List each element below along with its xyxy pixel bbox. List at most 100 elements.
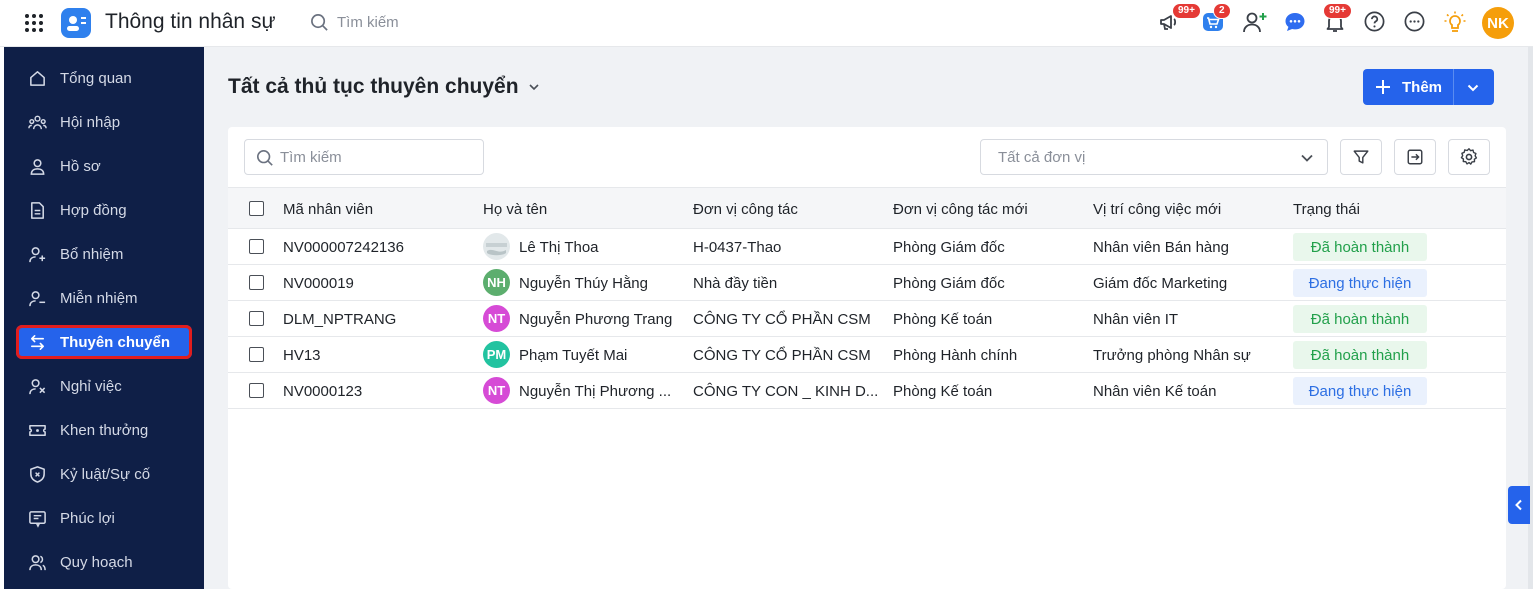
sidebar-item-quy-hoach[interactable]: Quy hoạch bbox=[16, 545, 192, 579]
sidebar-item-bo-nhiem[interactable]: Bổ nhiệm bbox=[16, 237, 192, 271]
sidebar-item-label: Phúc lợi bbox=[60, 509, 115, 527]
filter-icon bbox=[1353, 150, 1369, 164]
add-button[interactable]: Thêm bbox=[1363, 69, 1494, 105]
employee-name: Phạm Tuyết Mai bbox=[519, 347, 628, 364]
unit: Nhà đầy tiền bbox=[693, 275, 778, 292]
table-row[interactable]: NV0000123 NT Nguyễn Thị Phương ... CÔNG … bbox=[228, 373, 1506, 409]
employee-code: NV000007242136 bbox=[283, 239, 404, 256]
global-search[interactable]: Tìm kiếm bbox=[310, 13, 399, 32]
new-position: Nhân viên IT bbox=[1093, 311, 1179, 328]
sidebar-item-tong-quan[interactable]: Tổng quan bbox=[16, 61, 192, 95]
collapse-panel-button[interactable] bbox=[1508, 486, 1530, 524]
top-bar: Thông tin nhân sự Tìm kiếm 99+ 2 99+ NK bbox=[0, 0, 1533, 47]
sidebar-item-label: Thuyên chuyển bbox=[60, 333, 171, 351]
idea-icon bbox=[1444, 11, 1466, 32]
settings-button[interactable] bbox=[1448, 139, 1490, 175]
new-unit: Phòng Giám đốc bbox=[893, 275, 1005, 292]
more-button[interactable] bbox=[1403, 10, 1426, 33]
new-position: Nhân viên Kế toán bbox=[1093, 383, 1217, 400]
unit: H-0437-Thao bbox=[693, 239, 782, 256]
sidebar-item-nghi-viec[interactable]: Nghỉ việc bbox=[16, 369, 192, 403]
table-row[interactable]: DLM_NPTRANG NT Nguyễn Phương Trang CÔNG … bbox=[228, 301, 1506, 337]
user-icon bbox=[30, 159, 45, 175]
status-badge: Đang thực hiện bbox=[1293, 269, 1427, 297]
sidebar-item-ho-so[interactable]: Hồ sơ bbox=[16, 149, 192, 183]
row-checkbox[interactable] bbox=[249, 239, 264, 254]
employee-name: Nguyễn Thị Phương ... bbox=[519, 383, 672, 400]
header-new-unit[interactable]: Đơn vị công tác mới bbox=[893, 201, 1028, 218]
new-position: Nhân viên Bán hàng bbox=[1093, 239, 1229, 256]
new-position: Giám đốc Marketing bbox=[1093, 275, 1228, 292]
help-button[interactable] bbox=[1363, 10, 1386, 33]
cart-button[interactable]: 2 bbox=[1201, 3, 1231, 34]
header-unit[interactable]: Đơn vị công tác bbox=[693, 201, 798, 218]
unit: CÔNG TY CON _ KINH D... bbox=[693, 383, 879, 400]
status-badge: Đang thực hiện bbox=[1293, 377, 1427, 405]
header-status[interactable]: Trạng thái bbox=[1293, 201, 1360, 218]
sidebar-item-phuc-loi[interactable]: Phúc lợi bbox=[16, 501, 192, 535]
shield-x-icon bbox=[30, 466, 45, 483]
row-checkbox[interactable] bbox=[249, 311, 264, 326]
user-minus-icon bbox=[29, 291, 46, 307]
notification-button[interactable]: 99+ bbox=[1323, 3, 1352, 34]
table-row[interactable]: HV13 PM Phạm Tuyết Mai CÔNG TY CỔ PHẦN C… bbox=[228, 337, 1506, 373]
export-icon bbox=[1407, 149, 1423, 165]
sidebar-item-khen-thuong[interactable]: Khen thưởng bbox=[16, 413, 192, 447]
add-user-icon bbox=[1243, 12, 1267, 33]
search-placeholder: Tìm kiếm bbox=[280, 149, 342, 166]
team-icon bbox=[28, 115, 47, 130]
header-full-name[interactable]: Họ và tên bbox=[483, 201, 547, 218]
new-unit: Phòng Hành chính bbox=[893, 347, 1018, 364]
unit: CÔNG TY CỔ PHẦN CSM bbox=[693, 311, 871, 328]
header-employee-code[interactable]: Mã nhân viên bbox=[283, 201, 373, 218]
gear-icon bbox=[1460, 148, 1478, 165]
sidebar-item-thuyen-chuyen[interactable]: Thuyên chuyển bbox=[16, 325, 192, 359]
sidebar: Tổng quan Hội nhập Hồ sơ Hợp đồng Bổ nhi… bbox=[4, 47, 204, 589]
megaphone-badge: 99+ bbox=[1172, 3, 1201, 19]
app-grid-icon[interactable] bbox=[24, 13, 44, 33]
avatar bbox=[483, 233, 510, 260]
page-title-dropdown[interactable]: Tất cả thủ tục thuyên chuyển bbox=[228, 75, 541, 99]
employee-code: NV0000123 bbox=[283, 383, 363, 400]
sidebar-item-ky-luat[interactable]: Kỷ luật/Sự cố bbox=[16, 457, 192, 491]
avatar: NT bbox=[483, 305, 510, 332]
add-user-button[interactable] bbox=[1242, 10, 1268, 34]
notification-badge: 99+ bbox=[1323, 3, 1352, 19]
plus-icon bbox=[1376, 80, 1390, 94]
sidebar-item-mien-nhiem[interactable]: Miễn nhiệm bbox=[16, 281, 192, 315]
new-unit: Phòng Kế toán bbox=[893, 311, 993, 328]
select-all-checkbox[interactable] bbox=[249, 201, 264, 216]
sidebar-item-label: Hồ sơ bbox=[60, 157, 101, 175]
new-position: Trưởng phòng Nhân sự bbox=[1093, 347, 1251, 364]
sidebar-item-label: Nghỉ việc bbox=[60, 377, 122, 395]
new-unit: Phòng Kế toán bbox=[893, 383, 993, 400]
sidebar-item-hoi-nhap[interactable]: Hội nhập bbox=[16, 105, 192, 139]
unit-select-placeholder: Tất cả đơn vị bbox=[998, 149, 1086, 166]
status-badge: Đã hoàn thành bbox=[1293, 341, 1427, 369]
status-badge: Đã hoàn thành bbox=[1293, 305, 1427, 333]
idea-button[interactable] bbox=[1443, 10, 1467, 34]
megaphone-button[interactable]: 99+ bbox=[1158, 3, 1201, 34]
brand-logo-icon[interactable] bbox=[61, 8, 91, 38]
help-icon bbox=[1364, 11, 1385, 32]
search-icon bbox=[256, 149, 273, 166]
filter-button[interactable] bbox=[1340, 139, 1382, 175]
user-avatar[interactable]: NK bbox=[1482, 7, 1514, 39]
unit-select[interactable]: Tất cả đơn vị bbox=[980, 139, 1328, 175]
search-input[interactable]: Tìm kiếm bbox=[244, 139, 484, 175]
row-checkbox[interactable] bbox=[249, 347, 264, 362]
export-button[interactable] bbox=[1394, 139, 1436, 175]
table-row[interactable]: NV000019 NH Nguyễn Thúy Hằng Nhà đầy tiề… bbox=[228, 265, 1506, 301]
chevron-down-icon bbox=[528, 84, 539, 91]
avatar: PM bbox=[483, 341, 510, 368]
sidebar-item-hop-dong[interactable]: Hợp đồng bbox=[16, 193, 192, 227]
row-checkbox[interactable] bbox=[249, 383, 264, 398]
search-icon bbox=[311, 14, 328, 31]
chevron-down-icon[interactable] bbox=[1466, 81, 1480, 95]
page-title: Tất cả thủ tục thuyên chuyển bbox=[228, 75, 519, 98]
row-checkbox[interactable] bbox=[249, 275, 264, 290]
sidebar-item-label: Bổ nhiệm bbox=[60, 245, 124, 263]
header-new-position[interactable]: Vị trí công việc mới bbox=[1093, 201, 1221, 218]
chat-button[interactable] bbox=[1283, 10, 1307, 34]
table-row[interactable]: NV000007242136 Lê Thị Thoa H-0437-Thao P… bbox=[228, 229, 1506, 265]
